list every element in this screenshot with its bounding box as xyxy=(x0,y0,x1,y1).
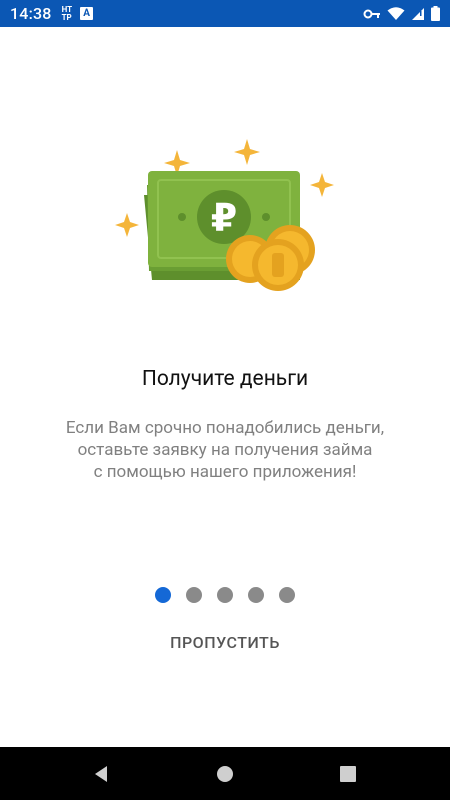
description-line: оставьте заявку на получения займа xyxy=(77,440,373,460)
back-icon[interactable] xyxy=(91,763,113,785)
wifi-icon xyxy=(387,6,405,20)
onboarding-title: Получите деньги xyxy=(141,367,309,391)
sparkle-icon xyxy=(234,139,260,165)
status-bar: 14:38 HT TP A xyxy=(0,0,450,27)
page-dot-2[interactable] xyxy=(186,587,202,603)
home-icon[interactable] xyxy=(214,763,236,785)
sparkle-icon xyxy=(310,173,334,197)
recents-icon[interactable] xyxy=(337,763,359,785)
navigation-bar xyxy=(0,747,450,800)
description-line: с помощью нашего приложения! xyxy=(93,462,357,482)
money-illustration: ₽ xyxy=(115,139,334,291)
network-type-icon: HT TP xyxy=(61,5,73,22)
key-icon xyxy=(363,9,380,18)
sparkle-icon xyxy=(115,213,139,237)
skip-button[interactable]: ПРОПУСТИТЬ xyxy=(0,633,450,652)
app-notification-icon: A xyxy=(80,7,94,20)
page-dot-5[interactable] xyxy=(279,587,295,603)
page-dot-1[interactable] xyxy=(155,587,171,603)
page-dot-4[interactable] xyxy=(248,587,264,603)
ruble-icon: ₽ xyxy=(211,196,237,240)
battery-icon xyxy=(431,6,440,21)
status-time: 14:38 xyxy=(10,4,52,23)
network-type-bottom: TP xyxy=(61,12,72,22)
page-dot-3[interactable] xyxy=(217,587,233,603)
signal-icon xyxy=(412,7,424,20)
description-line: Если Вам срочно понадобились деньги, xyxy=(65,418,385,438)
page-indicator xyxy=(0,587,450,603)
onboarding-description: Если Вам срочно понадобились деньги, ост… xyxy=(40,417,410,483)
